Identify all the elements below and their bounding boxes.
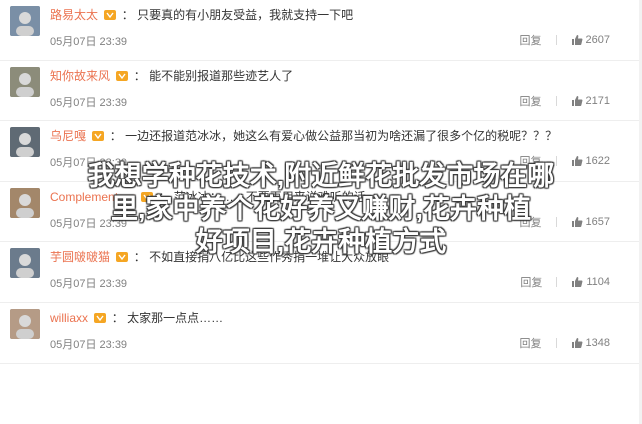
- overlay-line-3: 好项目,花卉种植方式: [195, 227, 447, 257]
- action-divider: [555, 35, 557, 45]
- colon-separator: ：: [109, 129, 122, 144]
- comment-text: 只要真的有小朋友受益，我就支持一下吧: [137, 8, 354, 22]
- like-count: 1348: [585, 336, 610, 349]
- action-divider: [555, 95, 557, 106]
- avatar[interactable]: [10, 66, 40, 97]
- avatar[interactable]: [10, 308, 40, 339]
- comment-text: 能不能别报道那些迹艺人了: [149, 68, 294, 83]
- like-button[interactable]: 1104: [571, 276, 610, 288]
- comment-time: 05月07日 23:39: [50, 96, 128, 109]
- vip-badge-icon: [104, 10, 117, 20]
- vip-badge-icon: [92, 131, 105, 142]
- comment-text: 一边还报道范冰冰，她这么有爱心做公益那当初为啥还漏了很多个亿的税呢？？？: [125, 129, 558, 144]
- username-link[interactable]: 路易太太: [50, 8, 98, 22]
- comment-line: 路易太太 ： 只要真的有小朋友受益，我就支持一下吧: [50, 7, 632, 23]
- reply-button[interactable]: 回复: [520, 274, 542, 290]
- username-link[interactable]: 知你故来风: [50, 69, 110, 83]
- like-button[interactable]: 2171: [571, 95, 610, 107]
- colon-separator: ：: [121, 8, 134, 22]
- comment-actions: 回复 1348: [520, 335, 610, 351]
- comment-time: 05月07日 23:39: [50, 36, 128, 48]
- colon-separator: ：: [111, 310, 124, 325]
- reply-button[interactable]: 回复: [520, 32, 542, 48]
- comment-text: 太家那一点点……: [127, 310, 224, 325]
- username-link[interactable]: 乌尼嘎: [50, 129, 86, 143]
- action-divider: [556, 277, 558, 288]
- comment-line: 乌尼嘎 ： 一边还报道范冰冰，她这么有爱心做公益那当初为啥还漏了很多个亿的税呢？…: [50, 128, 632, 144]
- comment-time: 05月07日 23:39: [50, 338, 128, 351]
- colon-separator: ：: [133, 68, 146, 83]
- comment-actions: 回复 2171: [520, 93, 610, 109]
- comment-item: 路易太太 ： 只要真的有小朋友受益，我就支持一下吧 05月07日 23:39 回…: [0, 0, 642, 61]
- thumbs-up-icon: [571, 35, 582, 45]
- like-button[interactable]: 1348: [571, 337, 610, 349]
- vip-badge-icon: [116, 70, 129, 81]
- like-count: 2171: [585, 94, 610, 107]
- thumbs-up-icon: [572, 277, 583, 288]
- comment-time: 05月07日 23:39: [50, 278, 128, 291]
- username-link[interactable]: williaxx: [50, 311, 88, 325]
- vip-badge-icon: [94, 312, 107, 323]
- action-divider: [555, 337, 557, 348]
- comment-item: 知你故来风 ： 能不能别报道那些迹艺人了 05月07日 23:39 回复 217…: [0, 61, 642, 122]
- like-count: 1104: [586, 276, 610, 289]
- reply-button[interactable]: 回复: [520, 93, 542, 109]
- comment-line: williaxx ： 太家那一点点……: [50, 310, 632, 326]
- thumbs-up-icon: [571, 95, 582, 106]
- overlay-line-1: 我想学种花技术,附近鲜花批发市场在哪: [87, 161, 555, 191]
- overlay-line-2: 里,家中养个花好养又赚财,花卉种植: [110, 194, 531, 224]
- thumbs-up-icon: [571, 337, 582, 348]
- like-count: 2607: [585, 34, 610, 46]
- comment-line: 知你故来风 ： 能不能别报道那些迹艺人了: [50, 68, 632, 84]
- ad-overlay-text: 我想学种花技术,附近鲜花批发市场在哪 里,家中养个花好养又赚财,花卉种植 好项目…: [0, 160, 642, 259]
- avatar[interactable]: [10, 6, 40, 36]
- comment-actions: 回复 2607: [520, 32, 610, 48]
- like-button[interactable]: 2607: [571, 34, 610, 46]
- reply-button[interactable]: 回复: [520, 335, 542, 351]
- comment-item: williaxx ： 太家那一点点…… 05月07日 23:39 回复 1348: [0, 303, 642, 364]
- comment-actions: 回复 1104: [520, 274, 610, 290]
- avatar[interactable]: [10, 127, 40, 158]
